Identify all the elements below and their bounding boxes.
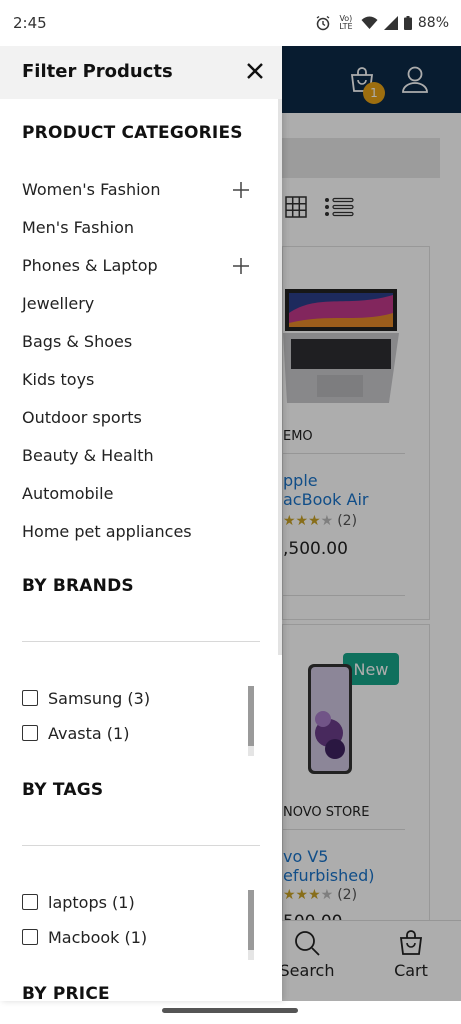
- category-item-outdoor-sports[interactable]: Outdoor sports: [22, 408, 256, 432]
- expand-plus-icon[interactable]: [232, 181, 250, 199]
- battery-icon: [403, 16, 412, 30]
- category-item-bags-shoes[interactable]: Bags & Shoes: [22, 332, 256, 356]
- checkbox[interactable]: [22, 929, 38, 945]
- category-item-womens-fashion[interactable]: Women's Fashion: [22, 180, 256, 204]
- close-icon[interactable]: [244, 60, 266, 82]
- tag-label: Macbook (1): [48, 927, 148, 947]
- section-divider: [22, 845, 260, 846]
- category-item-home-pet-appliances[interactable]: Home pet appliances: [22, 522, 256, 546]
- tag-filter-macbook[interactable]: Macbook (1): [22, 926, 147, 948]
- tags-scrollbar[interactable]: [248, 890, 254, 950]
- brand-label: Samsung (3): [48, 688, 151, 708]
- category-item-beauty-health[interactable]: Beauty & Health: [22, 446, 256, 470]
- network-label: Vo) LTE: [339, 14, 353, 31]
- wifi-icon: [361, 16, 378, 29]
- gesture-bar[interactable]: [162, 1008, 298, 1013]
- category-item-automobile[interactable]: Automobile: [22, 484, 256, 508]
- drawer-header: Filter Products: [0, 46, 282, 99]
- drawer-scrollbar[interactable]: [278, 99, 282, 655]
- brand-label: Avasta (1): [48, 723, 130, 743]
- tag-label: laptops (1): [48, 892, 135, 912]
- category-label: Automobile: [22, 484, 114, 503]
- expand-plus-icon[interactable]: [232, 257, 250, 275]
- category-label: Women's Fashion: [22, 180, 161, 199]
- brand-filter-avasta[interactable]: Avasta (1): [22, 722, 129, 744]
- category-label: Beauty & Health: [22, 446, 154, 465]
- alarm-icon: [316, 15, 330, 31]
- price-heading: BY PRICE: [22, 984, 110, 1001]
- section-divider: [22, 641, 260, 642]
- brands-scrollbar[interactable]: [248, 686, 254, 746]
- drawer-title: Filter Products: [22, 61, 173, 82]
- category-label: Jewellery: [22, 294, 95, 313]
- category-item-phones-laptop[interactable]: Phones & Laptop: [22, 256, 256, 280]
- category-label: Outdoor sports: [22, 408, 142, 427]
- category-label: Men's Fashion: [22, 218, 134, 237]
- tags-heading: BY TAGS: [22, 780, 104, 800]
- battery-percent: 88%: [417, 15, 449, 31]
- category-item-mens-fashion[interactable]: Men's Fashion: [22, 218, 256, 242]
- category-item-jewellery[interactable]: Jewellery: [22, 294, 256, 318]
- category-label: Home pet appliances: [22, 522, 192, 541]
- tag-filter-laptops[interactable]: laptops (1): [22, 891, 135, 913]
- signal-icon: [383, 16, 398, 30]
- checkbox[interactable]: [22, 690, 38, 706]
- brand-filter-samsung[interactable]: Samsung (3): [22, 687, 150, 709]
- brands-heading: BY BRANDS: [22, 576, 134, 596]
- category-item-kids-toys[interactable]: Kids toys: [22, 370, 256, 394]
- filter-drawer: Filter Products PRODUCT CATEGORIES Women…: [0, 46, 282, 1001]
- status-time: 2:45: [13, 14, 47, 32]
- category-label: Kids toys: [22, 370, 95, 389]
- status-icons: Vo) LTE 88%: [315, 15, 449, 31]
- checkbox[interactable]: [22, 894, 38, 910]
- category-label: Bags & Shoes: [22, 332, 133, 351]
- status-bar: 2:45 Vo) LTE 88%: [0, 0, 461, 46]
- category-label: Phones & Laptop: [22, 256, 158, 275]
- categories-heading: PRODUCT CATEGORIES: [22, 123, 243, 143]
- checkbox[interactable]: [22, 725, 38, 741]
